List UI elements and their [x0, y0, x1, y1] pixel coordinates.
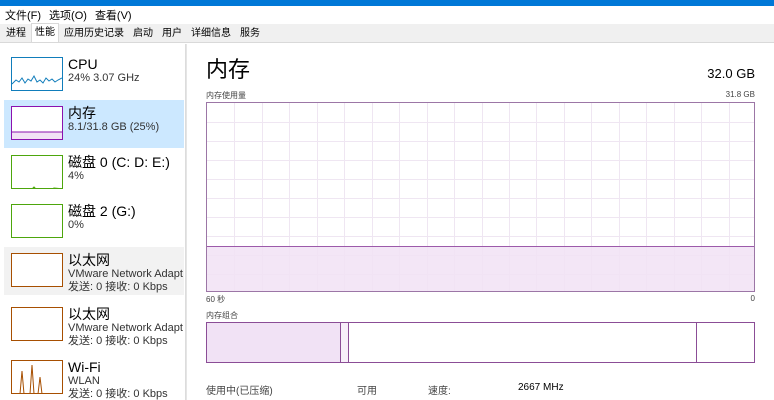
tab-services[interactable]: 服务 — [236, 25, 264, 42]
memory-mini-graph — [11, 106, 63, 140]
sidebar-item-detail: VMware Network Adapt — [68, 268, 183, 280]
menu-bar: 文件(F) 选项(O) 查看(V) — [0, 6, 774, 24]
tab-processes[interactable]: 进程 — [2, 25, 30, 42]
resource-sidebar: CPU 24% 3.07 GHz 内存 8.1/31.8 GB (25%) 磁盘… — [0, 44, 186, 400]
usage-area — [207, 246, 754, 291]
time-axis-end: 0 — [750, 294, 755, 303]
time-axis-start: 60 秒 — [206, 295, 226, 304]
composition-standby — [349, 323, 697, 362]
sidebar-item-disk2[interactable]: 磁盘 2 (G:) 0% — [4, 198, 184, 246]
wifi-mini-graph — [11, 360, 63, 394]
speed-label: 速度: — [428, 386, 451, 397]
speed-value-text: 2667 MHz — [518, 382, 564, 393]
sidebar-item-detail: 0% — [68, 219, 84, 231]
sidebar-item-title: 磁盘 2 (G:) — [68, 203, 136, 219]
composition-free — [697, 323, 754, 362]
sidebar-item-title: Wi-Fi — [68, 359, 101, 375]
usage-graph-svg — [207, 103, 754, 291]
tab-users[interactable]: 用户 — [158, 25, 186, 42]
sidebar-item-detail: 24% 3.07 GHz — [68, 72, 140, 84]
composition-label: 内存组合 — [206, 311, 238, 320]
sidebar-item-disk0[interactable]: 磁盘 0 (C: D: E:) 4% — [4, 149, 184, 197]
disk0-mini-graph — [11, 155, 63, 189]
composition-in-use — [207, 323, 341, 362]
sidebar-item-ethernet-1[interactable]: 以太网 VMware Network Adapt 发送: 0 接收: 0 Kbp… — [4, 247, 184, 295]
menu-options[interactable]: 选项(O) — [46, 7, 90, 23]
disk2-mini-graph — [11, 204, 63, 238]
sidebar-item-cpu[interactable]: CPU 24% 3.07 GHz — [4, 51, 184, 99]
total-memory: 32.0 GB — [707, 66, 755, 81]
tab-bar: 进程 性能 应用历史记录 启动 用户 详细信息 服务 — [0, 23, 774, 43]
sidebar-item-detail: VMware Network Adapt — [68, 322, 183, 334]
tab-app-history[interactable]: 应用历史记录 — [60, 25, 128, 42]
sidebar-item-title: 以太网 — [68, 252, 110, 268]
sidebar-item-title: 磁盘 0 (C: D: E:) — [68, 154, 170, 170]
tab-details[interactable]: 详细信息 — [187, 25, 235, 42]
speed-value: 2667 MHz — [518, 382, 564, 393]
sidebar-item-detail: WLAN — [68, 375, 100, 387]
memory-usage-graph — [206, 102, 755, 292]
sidebar-item-title: 内存 — [68, 105, 96, 121]
sidebar-item-wifi[interactable]: Wi-Fi WLAN 发送: 0 接收: 0 Kbps — [4, 354, 184, 400]
sidebar-item-throughput: 发送: 0 接收: 0 Kbps — [68, 335, 168, 347]
sidebar-item-throughput: 发送: 0 接收: 0 Kbps — [68, 388, 168, 400]
menu-file[interactable]: 文件(F) — [2, 7, 44, 23]
composition-modified — [341, 323, 349, 362]
sidebar-item-title: 以太网 — [68, 306, 110, 322]
sidebar-item-throughput: 发送: 0 接收: 0 Kbps — [68, 281, 168, 293]
page-title: 内存 — [206, 57, 251, 82]
memory-composition-bar — [206, 322, 755, 363]
tab-performance[interactable]: 性能 — [31, 23, 59, 42]
ethernet-mini-graph — [11, 307, 63, 341]
sidebar-item-title: CPU — [68, 56, 98, 72]
cpu-mini-graph — [11, 57, 63, 91]
sidebar-item-detail: 8.1/31.8 GB (25%) — [68, 121, 160, 133]
memory-detail-panel: 内存 32.0 GB 内存使用量 31.8 GB 60 秒 0 内存组合 使用中… — [187, 44, 774, 400]
sidebar-item-detail: 4% — [68, 170, 84, 182]
sidebar-item-memory[interactable]: 内存 8.1/31.8 GB (25%) — [4, 100, 184, 148]
ethernet-mini-graph — [11, 253, 63, 287]
available-label: 可用 — [357, 386, 377, 397]
sidebar-item-ethernet-2[interactable]: 以太网 VMware Network Adapt 发送: 0 接收: 0 Kbp… — [4, 301, 184, 349]
usage-graph-label: 内存使用量 — [206, 91, 246, 100]
tab-startup[interactable]: 启动 — [129, 25, 157, 42]
usage-graph-max: 31.8 GB — [725, 90, 755, 99]
menu-view[interactable]: 查看(V) — [92, 7, 135, 23]
in-use-label: 使用中(已压缩) — [206, 386, 273, 397]
